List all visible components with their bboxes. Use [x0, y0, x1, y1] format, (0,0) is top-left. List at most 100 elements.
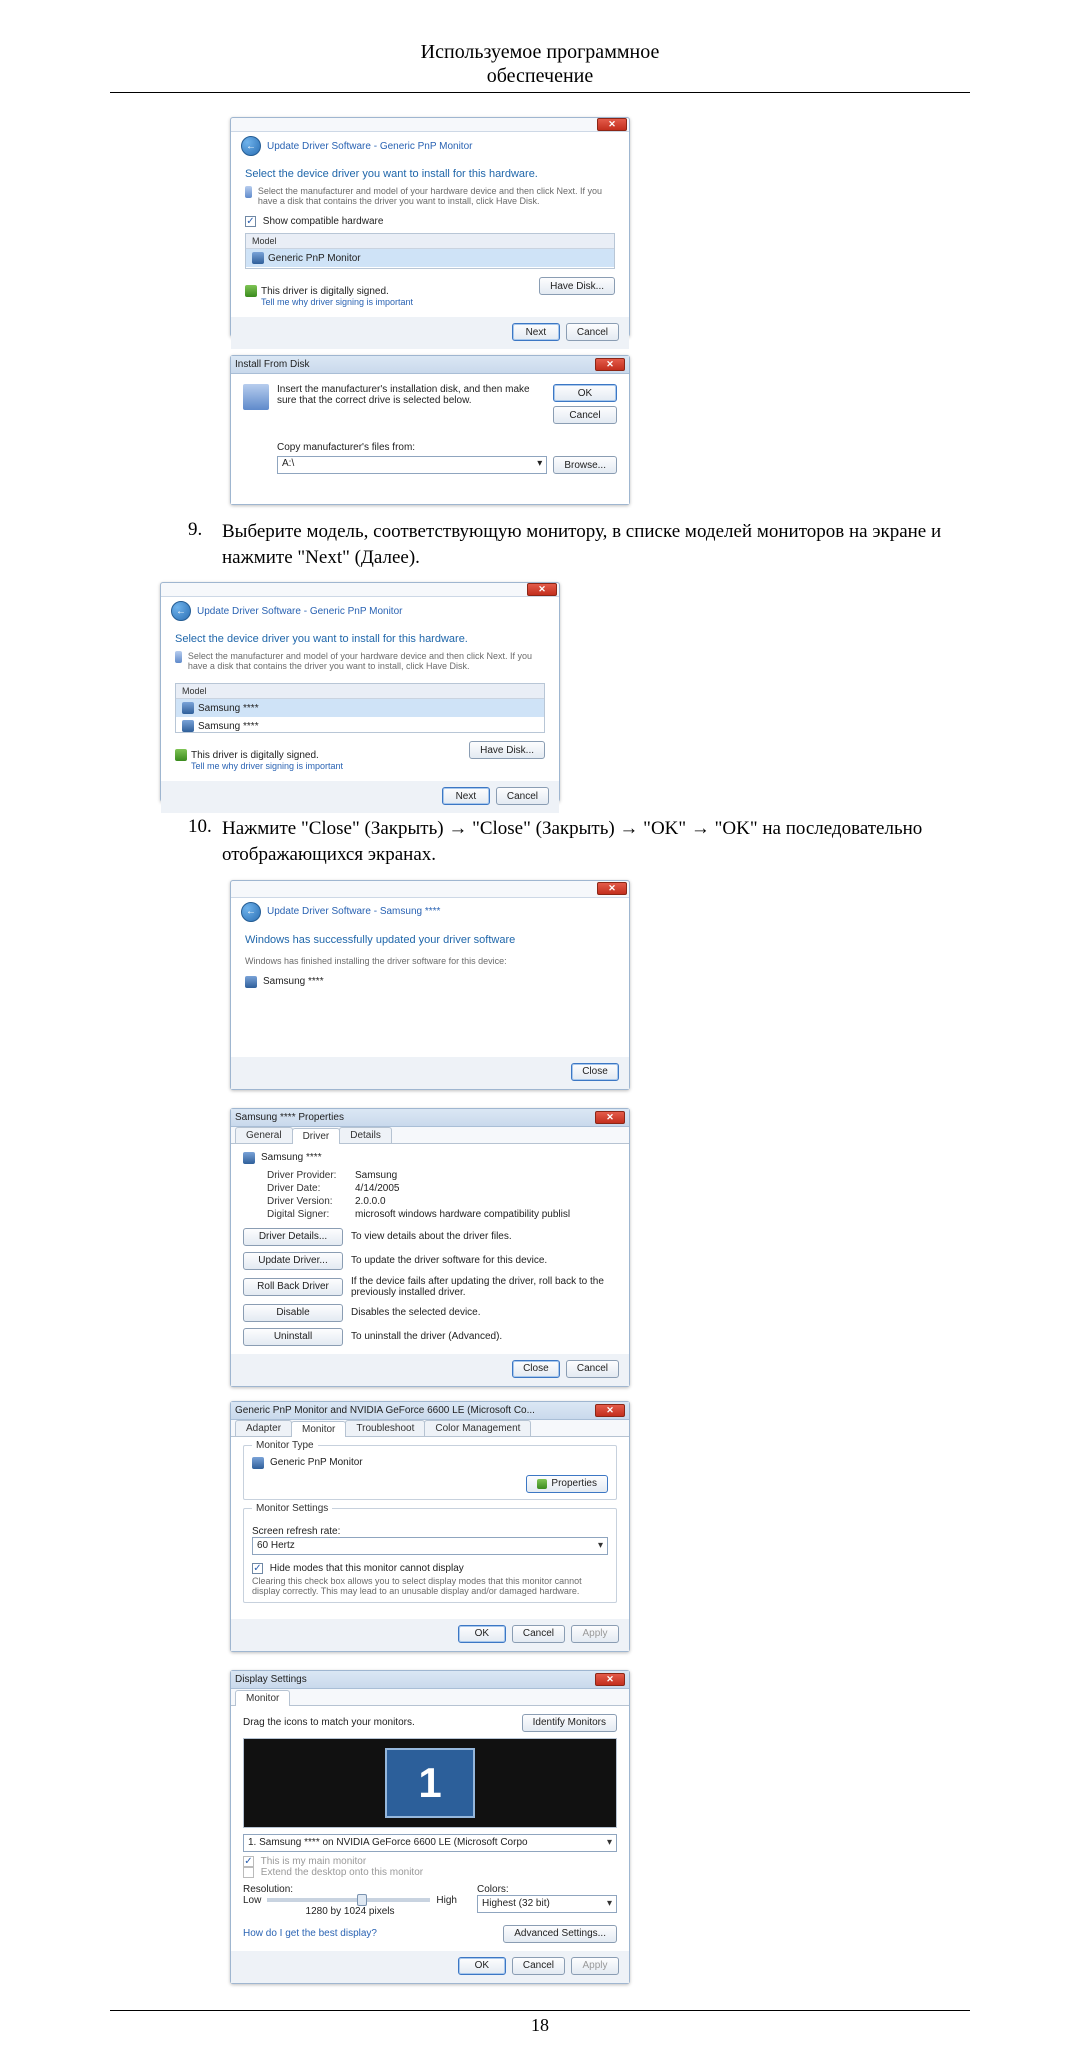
tab-general[interactable]: General — [235, 1127, 293, 1143]
main-monitor-label: This is my main monitor — [261, 1856, 367, 1867]
monitor-type-value: Generic PnP Monitor — [270, 1457, 608, 1468]
close-icon[interactable]: ✕ — [595, 1404, 625, 1417]
monitor-icon — [243, 1152, 255, 1164]
list-item-label: Samsung **** — [198, 721, 259, 732]
best-display-link[interactable]: How do I get the best display? — [243, 1928, 377, 1939]
ok-button[interactable]: OK — [553, 384, 617, 402]
signed-link[interactable]: Tell me why driver signing is important — [191, 761, 343, 771]
cancel-button[interactable]: Cancel — [566, 323, 619, 341]
win-update-finished: ✕ ← Update Driver Software - Samsung ***… — [230, 880, 630, 1090]
win-monitor-properties: Generic PnP Monitor and NVIDIA GeForce 6… — [230, 1401, 630, 1652]
tab-driver[interactable]: Driver — [292, 1128, 341, 1144]
show-compat-label: Show compatible hardware — [263, 216, 384, 227]
close-button[interactable]: Close — [512, 1360, 560, 1378]
colors-select[interactable]: Highest (32 bit) — [477, 1895, 617, 1913]
close-icon[interactable]: ✕ — [527, 583, 557, 596]
signed-link[interactable]: Tell me why driver signing is important — [261, 297, 413, 307]
cancel-button[interactable]: Cancel — [553, 406, 617, 424]
apply-button[interactable]: Apply — [571, 1957, 619, 1975]
slider-high: High — [436, 1895, 457, 1906]
driver-details-button[interactable]: Driver Details... — [243, 1228, 343, 1246]
date-value: 4/14/2005 — [355, 1183, 400, 1194]
provider-value: Samsung — [355, 1170, 397, 1181]
close-icon[interactable]: ✕ — [595, 1673, 625, 1686]
browse-button[interactable]: Browse... — [553, 456, 617, 474]
monitor-select[interactable]: 1. Samsung **** on NVIDIA GeForce 6600 L… — [243, 1834, 617, 1852]
tab-monitor[interactable]: Monitor — [235, 1690, 290, 1706]
uninstall-button[interactable]: Uninstall — [243, 1328, 343, 1346]
apply-button[interactable]: Apply — [571, 1625, 619, 1643]
refresh-rate-select[interactable]: 60 Hertz — [252, 1537, 608, 1555]
titlebar: ✕ — [231, 118, 629, 131]
next-button[interactable]: Next — [512, 323, 560, 341]
header-rule — [110, 92, 970, 93]
tab-monitor[interactable]: Monitor — [291, 1421, 346, 1437]
model-list-header: Model — [246, 234, 614, 249]
identify-monitors-button[interactable]: Identify Monitors — [522, 1714, 617, 1732]
tab-details[interactable]: Details — [339, 1127, 392, 1143]
back-icon[interactable]: ← — [241, 902, 261, 922]
back-icon[interactable]: ← — [241, 136, 261, 156]
list-item[interactable]: Samsung **** — [176, 717, 544, 735]
monitor-icon — [182, 720, 194, 732]
resolution-slider[interactable] — [267, 1898, 430, 1902]
provider-label: Driver Provider: — [267, 1170, 347, 1181]
cancel-button[interactable]: Cancel — [512, 1957, 565, 1975]
ok-button[interactable]: OK — [458, 1625, 506, 1643]
monitor-tile[interactable]: 1 — [385, 1748, 475, 1818]
slider-thumb[interactable] — [357, 1894, 367, 1906]
cancel-button[interactable]: Cancel — [566, 1360, 619, 1378]
shield-icon — [537, 1479, 547, 1489]
hide-modes-checkbox[interactable] — [252, 1563, 263, 1574]
close-icon[interactable]: ✕ — [597, 882, 627, 895]
close-icon[interactable]: ✕ — [595, 358, 625, 371]
rollback-button[interactable]: Roll Back Driver — [243, 1278, 343, 1296]
next-button[interactable]: Next — [442, 787, 490, 805]
monitor-settings-title: Monitor Settings — [252, 1503, 332, 1514]
win-display-settings: Display Settings ✕ Monitor Drag the icon… — [230, 1670, 630, 1984]
step-number: 9. — [188, 519, 222, 541]
step-text: Нажмите "Close" (Закрыть) → "Close" (Зак… — [222, 816, 970, 867]
window-title: Generic PnP Monitor and NVIDIA GeForce 6… — [235, 1405, 535, 1416]
step-10: 10. Нажмите "Close" (Закрыть) → "Close" … — [188, 816, 970, 867]
model-list[interactable]: Model Generic PnP Monitor — [245, 233, 615, 269]
uninstall-text: To uninstall the driver (Advanced). — [351, 1331, 617, 1342]
close-button[interactable]: Close — [571, 1063, 619, 1081]
resolution-label: Resolution: — [243, 1884, 457, 1895]
tab-color-management[interactable]: Color Management — [424, 1420, 531, 1436]
date-label: Driver Date: — [267, 1183, 347, 1194]
resolution-value: 1280 by 1024 pixels — [243, 1906, 457, 1917]
update-driver-button[interactable]: Update Driver... — [243, 1252, 343, 1270]
path-input[interactable]: A:\ ▾ — [277, 456, 547, 474]
list-item[interactable]: Samsung **** — [176, 699, 544, 717]
model-list-header: Model — [176, 684, 544, 699]
refresh-value: 60 Hertz — [257, 1540, 295, 1551]
disable-button[interactable]: Disable — [243, 1304, 343, 1322]
monitor-properties-button[interactable]: Properties — [526, 1475, 608, 1493]
instruction-note: Select the manufacturer and model of you… — [258, 186, 615, 206]
instruction-note: Select the manufacturer and model of you… — [188, 651, 545, 671]
cancel-button[interactable]: Cancel — [512, 1625, 565, 1643]
monitor-canvas[interactable]: 1 — [243, 1738, 617, 1828]
window-title: Update Driver Software - Generic PnP Mon… — [197, 606, 402, 617]
cancel-button[interactable]: Cancel — [496, 787, 549, 805]
finish-sub: Windows has finished installing the driv… — [245, 956, 615, 966]
advanced-settings-button[interactable]: Advanced Settings... — [503, 1925, 617, 1943]
refresh-label: Screen refresh rate: — [252, 1526, 608, 1537]
close-icon[interactable]: ✕ — [597, 118, 627, 131]
win-update-driver-samsung: ✕ ← Update Driver Software - Generic PnP… — [160, 582, 560, 802]
list-item[interactable]: Generic PnP Monitor — [246, 249, 614, 267]
tab-adapter[interactable]: Adapter — [235, 1420, 292, 1436]
close-icon[interactable]: ✕ — [595, 1111, 625, 1124]
tab-troubleshoot[interactable]: Troubleshoot — [345, 1420, 425, 1436]
hide-modes-note: Clearing this check box allows you to se… — [252, 1576, 608, 1596]
have-disk-button[interactable]: Have Disk... — [539, 277, 615, 295]
show-compat-checkbox[interactable] — [245, 216, 256, 227]
have-disk-button[interactable]: Have Disk... — [469, 741, 545, 759]
win-device-properties: Samsung **** Properties ✕ General Driver… — [230, 1108, 630, 1387]
back-icon[interactable]: ← — [171, 601, 191, 621]
copy-from-label: Copy manufacturer's files from: — [277, 442, 617, 453]
ok-button[interactable]: OK — [458, 1957, 506, 1975]
model-list[interactable]: Model Samsung **** Samsung **** — [175, 683, 545, 733]
path-value: A:\ — [282, 458, 294, 469]
